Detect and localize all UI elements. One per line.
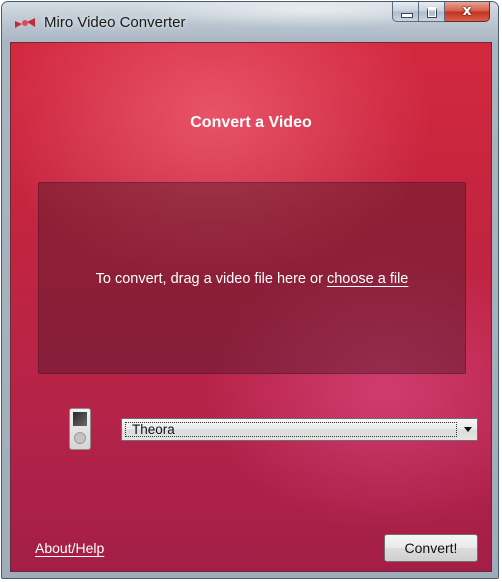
chevron-down-icon bbox=[464, 427, 472, 432]
drop-instructions: To convert, drag a video file here or ch… bbox=[39, 271, 465, 287]
device-click-wheel bbox=[74, 432, 86, 444]
miro-logo-icon bbox=[15, 18, 35, 28]
title-bar[interactable]: Miro Video Converter x bbox=[2, 2, 498, 42]
minimize-button[interactable] bbox=[392, 2, 419, 22]
about-help-link[interactable]: About/Help bbox=[35, 540, 104, 556]
close-button[interactable]: x bbox=[445, 2, 490, 22]
format-dropdown[interactable]: Theora bbox=[121, 418, 478, 441]
maximize-icon bbox=[427, 7, 437, 18]
page-title: Convert a Video bbox=[190, 114, 312, 131]
video-drop-zone[interactable]: To convert, drag a video file here or ch… bbox=[38, 182, 466, 374]
close-icon: x bbox=[462, 3, 472, 19]
format-selected-value: Theora bbox=[132, 422, 175, 437]
convert-button[interactable]: Convert! bbox=[384, 534, 478, 562]
drop-instructions-text: To convert, drag a video file here or bbox=[95, 271, 327, 287]
window-title: Miro Video Converter bbox=[44, 14, 186, 31]
minimize-icon bbox=[401, 13, 413, 18]
main-panel: Convert a Video To convert, drag a video… bbox=[10, 42, 492, 572]
choose-file-link[interactable]: choose a file bbox=[327, 271, 408, 287]
maximize-button[interactable] bbox=[419, 2, 445, 22]
media-player-icon bbox=[69, 408, 91, 450]
app-window: Miro Video Converter x Convert a Video T… bbox=[1, 1, 499, 579]
device-screen bbox=[73, 412, 87, 426]
window-controls: x bbox=[392, 2, 490, 23]
